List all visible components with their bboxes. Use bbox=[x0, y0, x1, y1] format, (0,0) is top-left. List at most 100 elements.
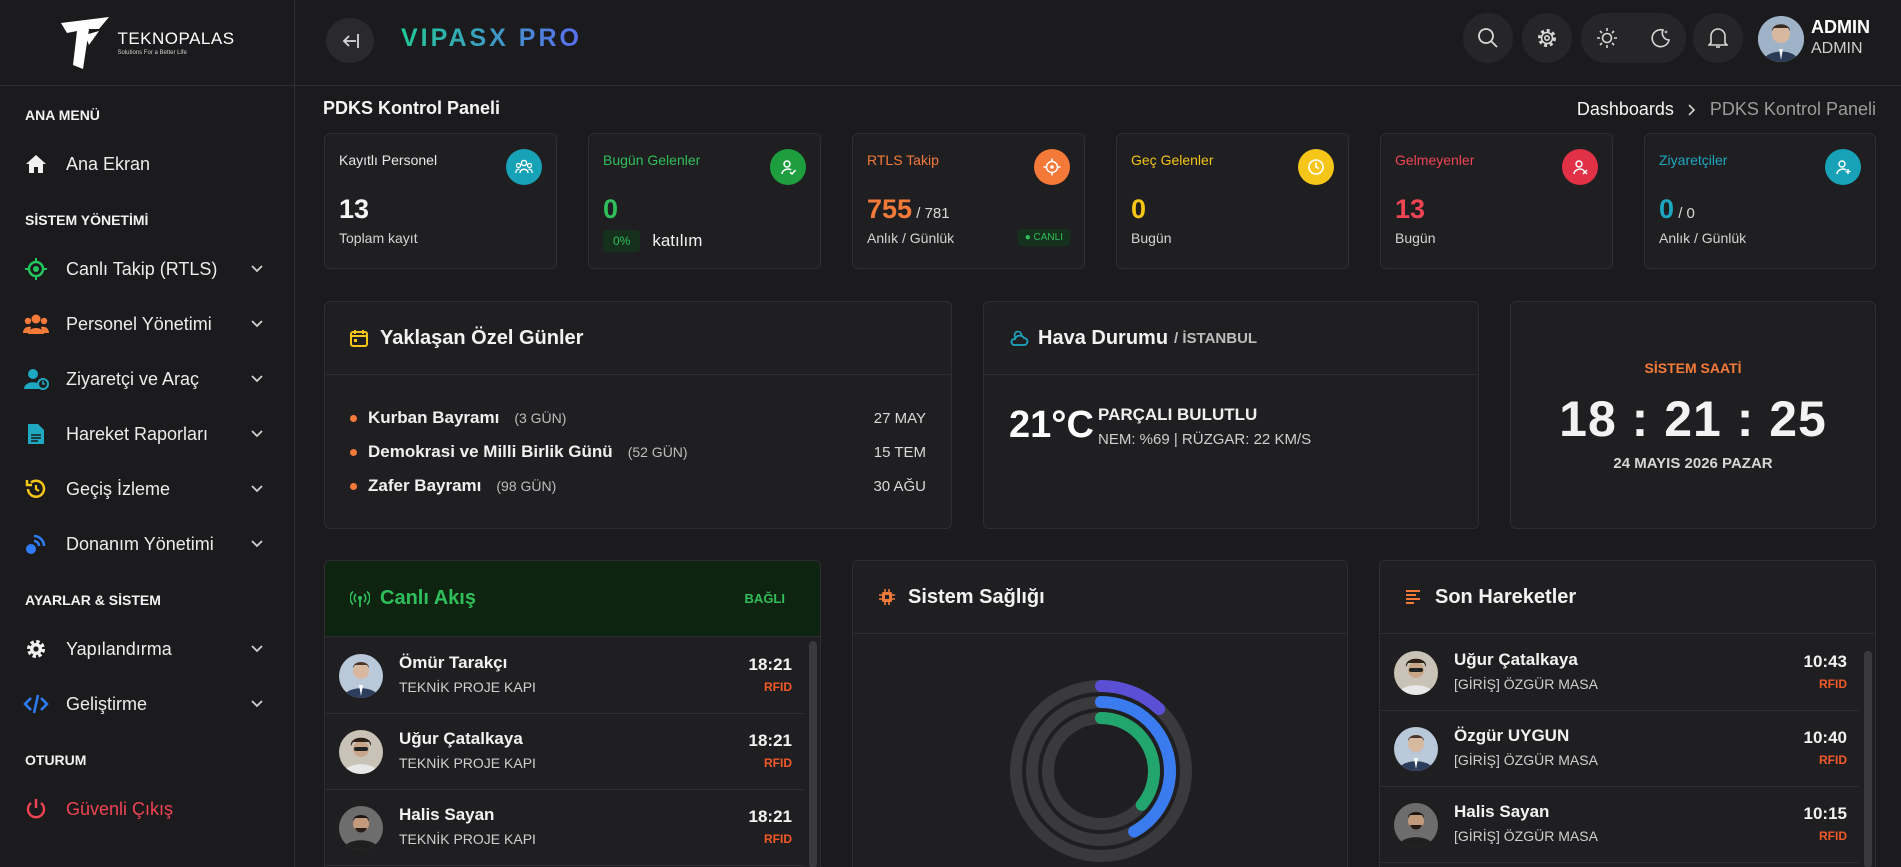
holiday-name: Kurban Bayramı bbox=[368, 408, 500, 427]
sidebar-item-home[interactable]: Ana Ekran bbox=[0, 144, 294, 184]
breadcrumb-dashboards[interactable]: Dashboards bbox=[1577, 99, 1674, 120]
event-time: 18:21 bbox=[748, 655, 792, 674]
stat-card-today-arrivals[interactable]: Bugün Gelenler 0 0% katılım bbox=[588, 133, 821, 269]
person-name: Uğur Çatalkaya bbox=[1454, 650, 1578, 669]
section-system-management: SİSTEM YÖNETİMİ bbox=[25, 212, 149, 228]
stat-card-registered-personnel[interactable]: Kayıtlı Personel 13 Toplam kayıt bbox=[324, 133, 557, 269]
list-item[interactable]: Ömür Tarakçı TEKNİK PROJE KAPI 18:21 RFI… bbox=[325, 638, 804, 714]
list-item[interactable]: Özgür UYGUN [GİRİŞ] ÖZGÜR MASA 10:40 RFI… bbox=[1380, 711, 1859, 787]
panel-title: Yaklaşan Özel Günler bbox=[380, 326, 584, 349]
panel-title: Canlı Akış bbox=[380, 587, 476, 609]
person-name: Uğur Çatalkaya bbox=[399, 729, 523, 748]
panel-title: Sistem Sağlığı bbox=[908, 585, 1045, 608]
dark-mode-button[interactable] bbox=[1638, 16, 1682, 60]
scrollbar[interactable] bbox=[1864, 651, 1872, 867]
stat-value-suffix: / 0 bbox=[1674, 205, 1695, 222]
holiday-days-left: (52 GÜN) bbox=[627, 444, 688, 460]
stat-card-late-arrivals[interactable]: Geç Gelenler 0 Bugün bbox=[1116, 133, 1349, 269]
bullet-dot bbox=[350, 482, 357, 490]
person-name: Halis Sayan bbox=[399, 805, 495, 824]
section-session: OTURUM bbox=[25, 752, 87, 768]
person-name: Halis Sayan bbox=[1454, 802, 1550, 821]
sidebar-item-logout[interactable]: Güvenli Çıkış bbox=[0, 789, 294, 829]
panel-header: Sistem Sağlığı bbox=[853, 561, 1347, 634]
avatar bbox=[1394, 651, 1438, 695]
avatar bbox=[1394, 803, 1438, 847]
history-icon bbox=[23, 476, 49, 502]
calendar-icon bbox=[350, 330, 368, 347]
stat-card-rtls-tracking[interactable]: RTLS Takip 755 / 781 Anlık / Günlük ● CA… bbox=[852, 133, 1085, 269]
team-icon bbox=[506, 149, 542, 185]
logo-tagline: Solutions For a Better Life bbox=[117, 50, 187, 56]
clock-label: SİSTEM SAATİ bbox=[1644, 360, 1742, 376]
stat-value: 755 bbox=[867, 194, 913, 224]
stat-card-absent[interactable]: Gelmeyenler 13 Bugün bbox=[1380, 133, 1613, 269]
settings-button[interactable] bbox=[1522, 13, 1572, 63]
holiday-item: Zafer Bayramı (98 GÜN) 30 AĞU bbox=[350, 474, 926, 498]
access-method: RFID bbox=[1819, 753, 1847, 767]
arrow-left-bar-icon bbox=[342, 33, 359, 48]
broadcast-icon bbox=[350, 590, 370, 607]
stat-title: Gelmeyenler bbox=[1395, 152, 1475, 168]
visitor-icon bbox=[23, 366, 49, 392]
live-badge: ● CANLI bbox=[1017, 229, 1070, 246]
hardware-icon bbox=[23, 531, 49, 557]
home-icon bbox=[23, 151, 49, 177]
list-item[interactable]: Halis Sayan [GİRİŞ] ÖZGÜR MASA 10:15 RFI… bbox=[1380, 787, 1859, 863]
cloud-sun-icon bbox=[1010, 330, 1029, 346]
scrollbar[interactable] bbox=[809, 641, 817, 867]
stat-subtitle: Toplam kayıt bbox=[339, 230, 418, 246]
bullet-dot bbox=[350, 414, 357, 422]
sidebar: TEKNOPALAS Solutions For a Better Life A… bbox=[0, 0, 295, 867]
sidebar-item-configuration[interactable]: Yapılandırma bbox=[0, 629, 294, 669]
power-icon bbox=[23, 796, 49, 822]
person-name: Ömür Tarakçı bbox=[399, 653, 508, 672]
sidebar-item-visitors[interactable]: Ziyaretçi ve Araç bbox=[0, 359, 294, 399]
list-item[interactable]: Halis Sayan TEKNİK PROJE KAPI 18:21 RFID bbox=[325, 790, 804, 866]
moon-icon bbox=[1651, 28, 1670, 48]
user-check-icon bbox=[770, 149, 806, 185]
location: TEKNİK PROJE KAPI bbox=[399, 831, 536, 847]
section-settings: AYARLAR & SİSTEM bbox=[25, 592, 161, 608]
sidebar-item-personnel[interactable]: Personel Yönetimi bbox=[0, 304, 294, 344]
holiday-days-left: (3 GÜN) bbox=[514, 410, 567, 426]
search-button[interactable] bbox=[1463, 13, 1513, 63]
list-icon bbox=[1406, 590, 1420, 604]
connection-status: BAĞLI bbox=[744, 591, 785, 606]
sidebar-item-rtls[interactable]: Canlı Takip (RTLS) bbox=[0, 249, 294, 289]
holiday-date: 15 TEM bbox=[873, 443, 926, 461]
sidebar-item-label: Ziyaretçi ve Araç bbox=[66, 368, 200, 389]
theme-toggle bbox=[1581, 13, 1686, 63]
sidebar-item-reports[interactable]: Hareket Raporları bbox=[0, 414, 294, 454]
user-avatar[interactable] bbox=[1758, 16, 1804, 62]
list-item[interactable]: Uğur Çatalkaya TEKNİK PROJE KAPI 18:21 R… bbox=[325, 714, 804, 790]
stat-card-visitors[interactable]: Ziyaretçiler 0 / 0 Anlık / Günlük bbox=[1644, 133, 1876, 269]
sidebar-item-development[interactable]: Geliştirme bbox=[0, 684, 294, 724]
list-item[interactable]: Uğur Çatalkaya [GİRİŞ] ÖZGÜR MASA 10:43 … bbox=[1380, 635, 1859, 711]
notifications-button[interactable] bbox=[1693, 13, 1743, 63]
sidebar-item-access-monitoring[interactable]: Geçiş İzleme bbox=[0, 469, 294, 509]
section-main-menu: ANA MENÜ bbox=[25, 107, 100, 123]
gear-icon bbox=[23, 636, 49, 662]
stat-value-group: 0 / 0 bbox=[1659, 194, 1695, 225]
user-name[interactable]: ADMIN bbox=[1811, 17, 1870, 38]
live-feed-panel: Canlı Akış BAĞLI Ömür Tarakçı TEKNİK PRO… bbox=[324, 560, 821, 867]
search-icon bbox=[1478, 28, 1498, 48]
document-icon bbox=[23, 421, 49, 447]
chevron-down-icon bbox=[250, 372, 264, 386]
access-method: RFID bbox=[1819, 829, 1847, 843]
sidebar-item-hardware[interactable]: Donanım Yönetimi bbox=[0, 524, 294, 564]
chevron-down-icon bbox=[250, 427, 264, 441]
sidebar-item-label: Yapılandırma bbox=[66, 638, 172, 659]
stat-title: Ziyaretçiler bbox=[1659, 152, 1728, 168]
logo[interactable]: TEKNOPALAS Solutions For a Better Life bbox=[0, 0, 294, 86]
light-mode-button[interactable] bbox=[1585, 16, 1629, 60]
collapse-sidebar-button[interactable] bbox=[326, 18, 374, 63]
weather-panel: Hava Durumu / İSTANBUL 21°C PARÇALI BULU… bbox=[983, 301, 1479, 529]
stat-title: Bugün Gelenler bbox=[603, 152, 701, 168]
location: TEKNİK PROJE KAPI bbox=[399, 755, 536, 771]
chevron-down-icon bbox=[250, 642, 264, 656]
sidebar-item-label: Personel Yönetimi bbox=[66, 313, 212, 334]
panel-header: Son Hareketler bbox=[1380, 561, 1875, 634]
sidebar-item-label: Hareket Raporları bbox=[66, 423, 209, 444]
